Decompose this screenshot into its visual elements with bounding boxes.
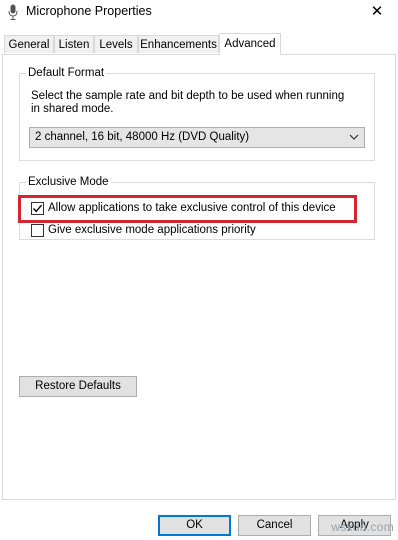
restore-defaults-button[interactable]: Restore Defaults bbox=[19, 376, 137, 397]
microphone-icon bbox=[8, 4, 18, 20]
ok-button[interactable]: OK bbox=[158, 515, 231, 536]
chevron-down-icon bbox=[349, 134, 359, 140]
exclusive-mode-label: Exclusive Mode bbox=[26, 175, 111, 189]
exclusive-priority-option[interactable]: Give exclusive mode applications priorit… bbox=[31, 223, 351, 239]
default-format-description-line1: Select the sample rate and bit depth to … bbox=[31, 90, 345, 102]
default-format-description-line2: in shared mode. bbox=[31, 103, 114, 115]
tab-general[interactable]: General bbox=[4, 35, 54, 53]
watermark: wsxdn.com bbox=[331, 520, 394, 534]
window-title: Microphone Properties bbox=[26, 4, 152, 18]
title-bar: Microphone Properties ✕ bbox=[0, 0, 398, 24]
close-icon[interactable]: ✕ bbox=[362, 1, 392, 23]
default-format-label: Default Format bbox=[26, 66, 107, 80]
tab-levels[interactable]: Levels bbox=[94, 35, 138, 53]
cancel-button[interactable]: Cancel bbox=[238, 515, 311, 536]
tab-strip: General Listen Levels Enhancements Advan… bbox=[0, 33, 398, 55]
highlight-box bbox=[18, 195, 357, 223]
default-format-selected: 2 channel, 16 bit, 48000 Hz (DVD Quality… bbox=[35, 131, 250, 143]
exclusive-priority-label: Give exclusive mode applications priorit… bbox=[48, 224, 256, 236]
default-format-dropdown[interactable]: 2 channel, 16 bit, 48000 Hz (DVD Quality… bbox=[29, 127, 365, 148]
default-format-group: Default Format Select the sample rate an… bbox=[19, 66, 375, 161]
exclusive-priority-checkbox[interactable] bbox=[31, 224, 44, 237]
tab-advanced[interactable]: Advanced bbox=[219, 33, 281, 55]
tab-listen[interactable]: Listen bbox=[54, 35, 94, 53]
tab-enhancements[interactable]: Enhancements bbox=[138, 35, 219, 53]
